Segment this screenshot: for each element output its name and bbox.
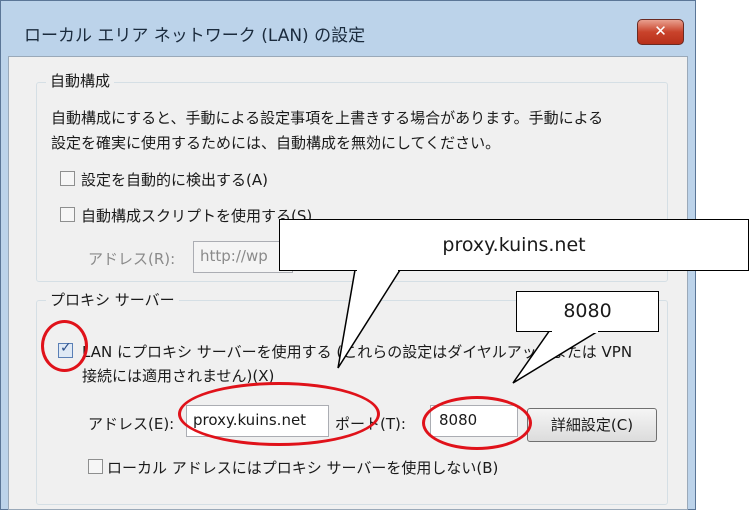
address-callout-join	[357, 268, 398, 272]
checkbox-highlight-ellipse	[41, 320, 88, 372]
address-callout-pointer	[337, 269, 402, 369]
port-callout-pointer	[512, 329, 603, 384]
address-highlight-ellipse	[178, 382, 380, 446]
port-callout: 8080	[516, 291, 659, 332]
port-callout-join	[552, 329, 598, 333]
address-callout: proxy.kuins.net	[279, 219, 749, 271]
port-highlight-ellipse	[422, 396, 532, 450]
